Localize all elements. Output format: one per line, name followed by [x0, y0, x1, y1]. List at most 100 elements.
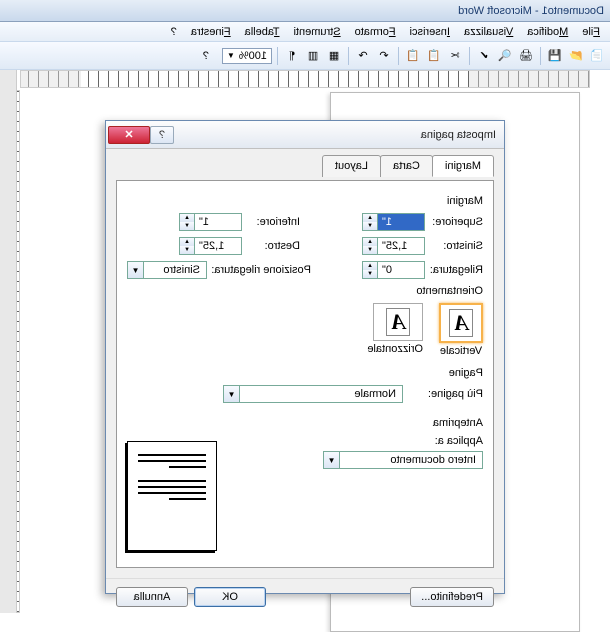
menu-table[interactable]: Tabella	[239, 24, 286, 40]
menubar: File Modifica Visualizza Inserisci Forma…	[0, 22, 610, 42]
columns-icon[interactable]: ▥	[304, 47, 322, 65]
spin-up-icon[interactable]: ▲	[180, 238, 194, 246]
help-icon[interactable]: ?	[197, 47, 215, 65]
orientation-group-label: Orientamento	[127, 285, 483, 297]
menu-insert[interactable]: Inserisci	[404, 24, 456, 40]
portrait-label: Verticale	[439, 345, 483, 357]
apply-to-label: Applica a:	[227, 435, 483, 447]
left-margin-spinner[interactable]: ▲▼	[362, 237, 425, 255]
dialog-tabs: Margini Carta Layout	[116, 155, 494, 177]
bottom-margin-label: Inferiore:	[246, 216, 300, 228]
menu-file[interactable]: File	[576, 24, 606, 40]
preview-icon[interactable]: 🔍	[496, 47, 514, 65]
spin-up-icon[interactable]: ▲	[363, 238, 377, 246]
zoom-combo[interactable]: 100% ▼	[222, 48, 272, 64]
print-icon[interactable]: 🖨	[517, 47, 535, 65]
preview-group-label: Anteprima	[127, 417, 483, 429]
default-button[interactable]: Predefinito...	[410, 587, 494, 607]
dialog-title: Imposta pagina	[176, 129, 496, 141]
page-setup-dialog: Imposta pagina ? ✕ Margini Carta Layout …	[105, 120, 505, 594]
multi-pages-value: Normale	[240, 386, 402, 402]
window-titlebar: Documento1 - Microsoft Word	[0, 0, 610, 22]
spin-down-icon[interactable]: ▼	[363, 270, 377, 278]
paste-icon[interactable]: 📋	[404, 47, 422, 65]
menu-edit[interactable]: Modifica	[521, 24, 574, 40]
landscape-label: Orizzontale	[367, 343, 423, 355]
spin-down-icon[interactable]: ▼	[363, 222, 377, 230]
new-doc-icon[interactable]: 📄	[588, 47, 606, 65]
chevron-down-icon: ▼	[227, 51, 235, 60]
menu-format[interactable]: Formato	[349, 24, 402, 40]
multi-pages-label: Più pagine:	[413, 388, 483, 400]
right-margin-input[interactable]	[195, 238, 241, 254]
menu-view[interactable]: Visualizza	[458, 24, 519, 40]
right-margin-spinner[interactable]: ▲▼	[179, 237, 242, 255]
spin-up-icon[interactable]: ▲	[180, 214, 194, 222]
dialog-titlebar[interactable]: Imposta pagina ? ✕	[106, 121, 504, 149]
spin-down-icon[interactable]: ▼	[180, 246, 194, 254]
separator	[398, 47, 399, 65]
portrait-icon: A	[439, 303, 483, 343]
orientation-landscape[interactable]: A Orizzontale	[367, 303, 423, 357]
gutter-spinner[interactable]: ▲▼	[362, 261, 425, 279]
tab-margins[interactable]: Margini	[432, 155, 494, 177]
left-margin-input[interactable]	[378, 238, 424, 254]
menu-help[interactable]: ?	[165, 24, 183, 40]
paragraph-icon[interactable]: ¶	[283, 47, 301, 65]
spin-down-icon[interactable]: ▼	[363, 246, 377, 254]
ruler-horizontal[interactable]	[20, 70, 590, 88]
apply-to-combo[interactable]: Intero documento ▼	[323, 451, 483, 469]
multi-pages-combo[interactable]: Normale ▼	[223, 385, 403, 403]
chevron-down-icon[interactable]: ▼	[324, 452, 340, 468]
table-icon[interactable]: ▦	[325, 47, 343, 65]
tab-panel-margins: Margini Superiore: ▲▼ Inferiore: ▲▼	[116, 180, 494, 568]
undo-icon[interactable]: ↶	[375, 47, 393, 65]
margins-group-label: Margini	[127, 195, 483, 207]
dialog-help-button[interactable]: ?	[150, 126, 174, 144]
top-margin-label: Superiore:	[429, 216, 483, 228]
separator	[540, 47, 541, 65]
spin-down-icon[interactable]: ▼	[180, 222, 194, 230]
right-margin-label: Destro:	[246, 240, 300, 252]
copy-icon[interactable]: 📋	[425, 47, 443, 65]
tab-paper[interactable]: Carta	[380, 155, 433, 177]
top-margin-input[interactable]	[378, 214, 424, 230]
apply-to-value: Intero documento	[340, 452, 482, 468]
pages-group-label: Pagine	[127, 367, 483, 379]
zoom-value: 100%	[239, 50, 267, 62]
landscape-icon: A	[373, 303, 423, 341]
chevron-down-icon[interactable]: ▼	[224, 386, 240, 402]
redo-icon[interactable]: ↷	[354, 47, 372, 65]
open-icon[interactable]: 📂	[567, 47, 585, 65]
top-margin-spinner[interactable]: ▲▼	[362, 213, 425, 231]
gutter-input[interactable]	[378, 262, 424, 278]
window-title: Documento1 - Microsoft Word	[6, 5, 604, 17]
toolbar: 📄 📂 💾 🖨 🔍 ✔ ✂ 📋 📋 ↶ ↷ ▦ ▥ ¶ 100% ▼ ?	[0, 42, 610, 70]
menu-window[interactable]: Finestra	[185, 24, 237, 40]
cancel-button[interactable]: Annulla	[116, 587, 188, 607]
ok-button[interactable]: OK	[194, 587, 266, 607]
spin-up-icon[interactable]: ▲	[363, 214, 377, 222]
bottom-margin-input[interactable]	[195, 214, 241, 230]
separator	[277, 47, 278, 65]
menu-tools[interactable]: Strumenti	[288, 24, 347, 40]
dialog-body: Margini Carta Layout Margini Superiore: …	[106, 149, 504, 578]
save-icon[interactable]: 💾	[546, 47, 564, 65]
tab-layout[interactable]: Layout	[322, 155, 381, 177]
chevron-down-icon[interactable]: ▼	[128, 262, 144, 278]
separator	[348, 47, 349, 65]
cut-icon[interactable]: ✂	[446, 47, 464, 65]
dialog-button-bar: Predefinito... OK Annulla	[106, 578, 504, 615]
scrollbar-vertical[interactable]	[0, 70, 17, 613]
bottom-margin-spinner[interactable]: ▲▼	[179, 213, 242, 231]
spin-up-icon[interactable]: ▲	[363, 262, 377, 270]
separator	[469, 47, 470, 65]
dialog-close-button[interactable]: ✕	[108, 126, 150, 144]
left-margin-label: Sinistro:	[429, 240, 483, 252]
orientation-portrait[interactable]: A Verticale	[439, 303, 483, 357]
gutter-pos-value: Sinistro	[144, 262, 206, 278]
gutter-label: Rilegatura:	[429, 264, 483, 276]
gutter-pos-label: Posizione rilegatura:	[211, 264, 311, 276]
spell-icon[interactable]: ✔	[475, 47, 493, 65]
gutter-pos-combo[interactable]: Sinistro ▼	[127, 261, 207, 279]
